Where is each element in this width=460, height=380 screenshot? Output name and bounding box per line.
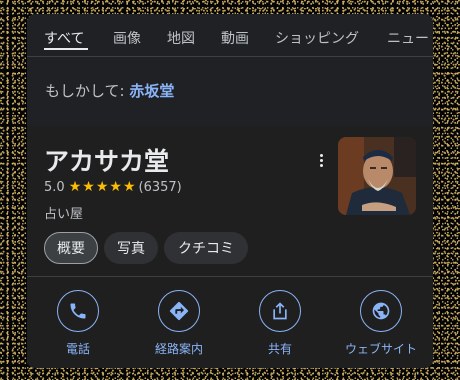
phone-icon: [57, 290, 99, 332]
chip-reviews[interactable]: クチコミ: [164, 232, 248, 264]
did-you-mean-label: もしかして:: [45, 82, 125, 100]
chips-divider: [27, 276, 433, 277]
tabs-divider: [27, 56, 433, 57]
share-icon: [259, 290, 301, 332]
place-photo[interactable]: [338, 137, 416, 215]
chip-overview[interactable]: 概要: [44, 232, 98, 264]
directions-label: 経路案内: [154, 342, 203, 356]
share-button[interactable]: 共有: [240, 290, 320, 360]
globe-icon: [360, 290, 402, 332]
share-label: 共有: [267, 342, 292, 356]
star-icon: ★: [82, 179, 95, 195]
star-icon: ★: [122, 179, 136, 195]
did-you-mean-link[interactable]: 赤坂堂: [129, 82, 174, 100]
tab-images[interactable]: 画像: [113, 28, 141, 48]
rating-row: 5.0 ★★★★★ (6357): [44, 179, 182, 195]
search-results-panel: すべて 画像 地図 動画 ショッピング ニュー もしかして: 赤坂堂 アカサカ堂…: [27, 14, 433, 368]
call-label: 電話: [65, 342, 90, 356]
star-icon: ★: [68, 179, 82, 195]
rating-value: 5.0: [44, 179, 65, 195]
star-rating: ★★★★★: [68, 179, 136, 195]
call-button[interactable]: 電話: [38, 290, 118, 360]
more-options-icon[interactable]: [315, 152, 327, 170]
tab-maps[interactable]: 地図: [167, 28, 195, 48]
star-icon: ★: [109, 179, 122, 195]
active-tab-indicator: [44, 48, 88, 50]
review-count[interactable]: (6357): [139, 180, 182, 195]
tab-shopping[interactable]: ショッピング: [275, 28, 359, 48]
tab-news[interactable]: ニュー: [387, 28, 429, 48]
search-tabs: すべて 画像 地図 動画 ショッピング ニュー: [27, 14, 433, 56]
tab-videos[interactable]: 動画: [221, 28, 249, 48]
website-button[interactable]: ウェブサイト: [341, 290, 421, 360]
did-you-mean: もしかして: 赤坂堂: [45, 80, 174, 101]
star-icon: ★: [95, 179, 109, 195]
directions-button[interactable]: 経路案内: [139, 290, 219, 360]
chip-photos[interactable]: 写真: [104, 232, 158, 264]
directions-icon: [158, 290, 200, 332]
place-title: アカサカ堂: [44, 147, 170, 176]
tab-all[interactable]: すべて: [44, 28, 84, 48]
website-label: ウェブサイト: [344, 342, 417, 356]
place-category: 占い屋: [44, 207, 84, 222]
